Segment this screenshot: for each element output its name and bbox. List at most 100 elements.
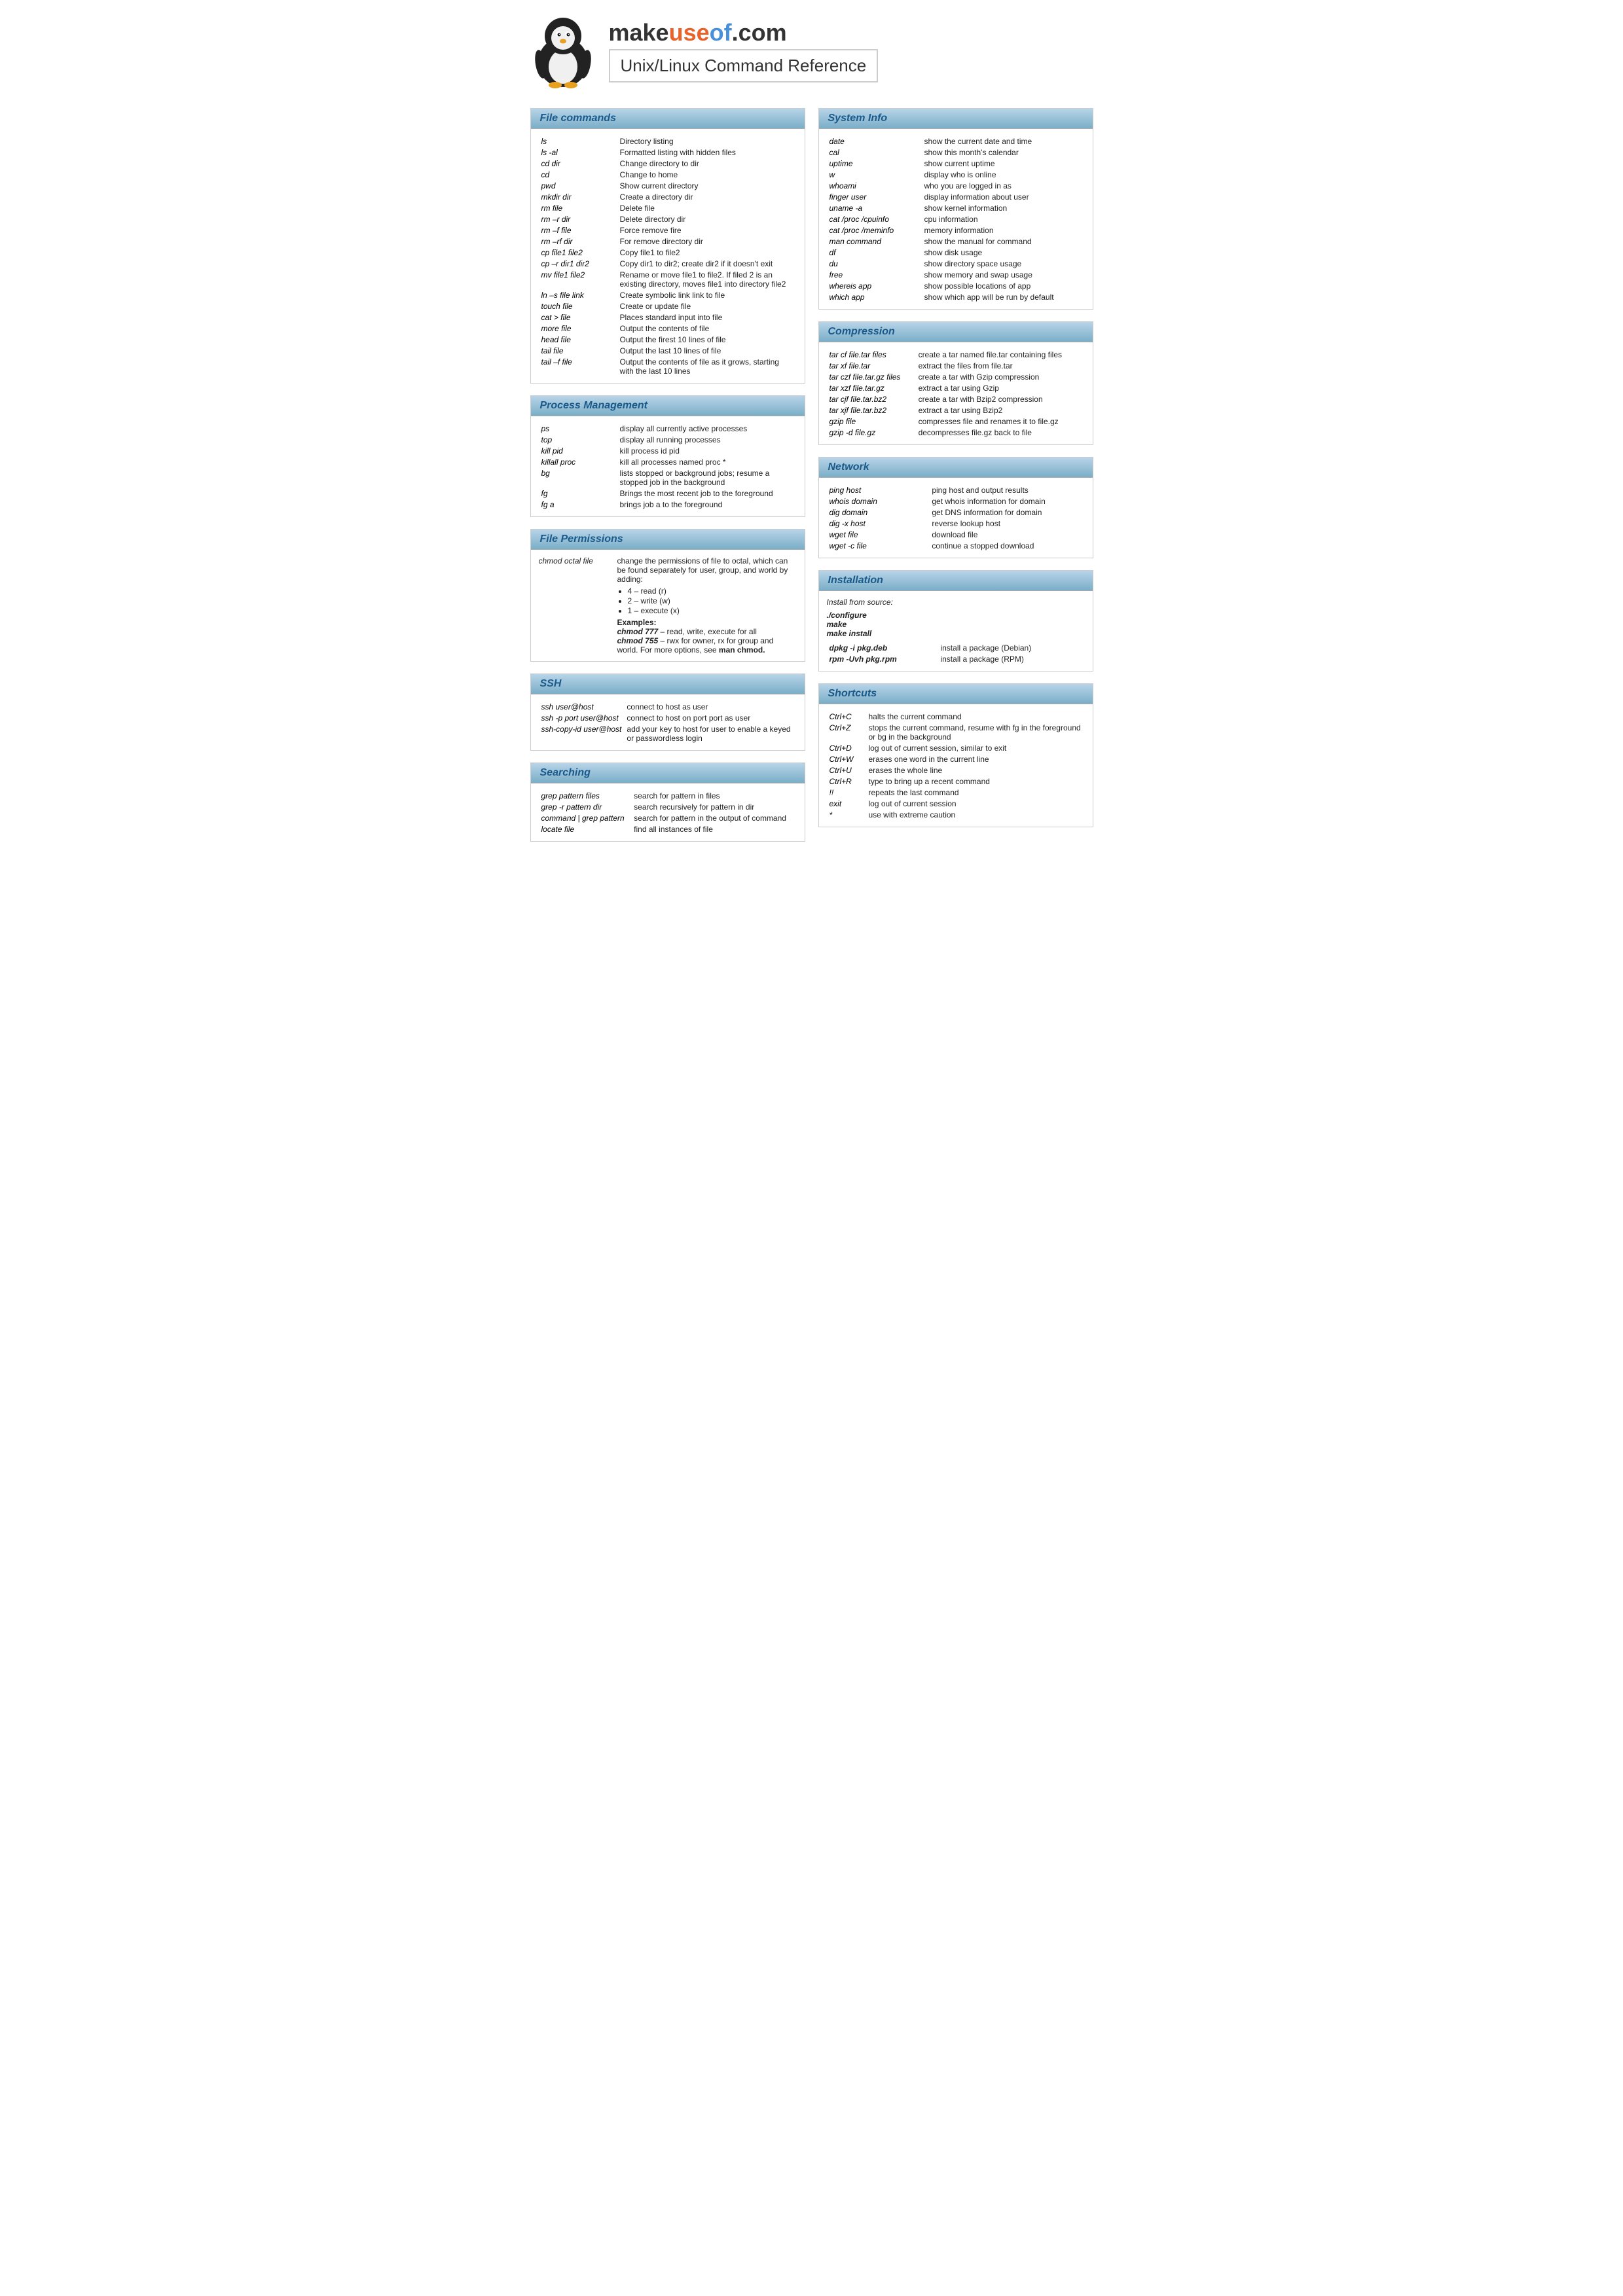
desc-tail: Output the last 10 lines of file — [617, 345, 797, 356]
table-row: dateshow the current date and time — [827, 135, 1085, 147]
table-row: freeshow memory and swap usage — [827, 269, 1085, 280]
shortcuts-title: Shortcuts — [819, 684, 1093, 704]
table-row: dfshow disk usage — [827, 247, 1085, 258]
table-row: rm fileDelete file — [539, 202, 797, 213]
table-row: cp –r dir1 dir2Copy dir1 to dir2; create… — [539, 258, 797, 269]
compression-section: Compression tar cf file.tar filescreate … — [818, 321, 1093, 445]
system-info-section: System Info dateshow the current date an… — [818, 108, 1093, 310]
table-row: calshow this month's calendar — [827, 147, 1085, 158]
table-row: uname -ashow kernel information — [827, 202, 1085, 213]
table-row: dushow directory space usage — [827, 258, 1085, 269]
examples-label: Examples: — [617, 618, 797, 627]
table-row: whoamiwho you are logged in as — [827, 180, 1085, 191]
table-row: wget -c filecontinue a stopped download — [827, 540, 1085, 551]
table-row: locate filefind all instances of file — [539, 823, 797, 834]
table-row: ssh-copy-id user@hostadd your key to hos… — [539, 723, 797, 744]
chmod-values-list: 4 – read (r) 2 – write (w) 1 – execute (… — [628, 586, 797, 615]
table-row: ssh user@hostconnect to host as user — [539, 701, 797, 712]
ssh-body: ssh user@hostconnect to host as user ssh… — [531, 694, 805, 750]
table-row: tar xf file.tarextract the files from fi… — [827, 360, 1085, 371]
table-row: lsDirectory listing — [539, 135, 797, 147]
table-row: ln –s file linkCreate symbolic link link… — [539, 289, 797, 300]
file-commands-title: File commands — [531, 109, 805, 129]
desc-pwd: Show current directory — [617, 180, 797, 191]
file-commands-section: File commands lsDirectory listing ls -al… — [530, 108, 805, 384]
table-row: ping hostping host and output results — [827, 484, 1085, 495]
table-row: Ctrl+Werases one word in the current lin… — [827, 753, 1085, 764]
table-row: cdChange to home — [539, 169, 797, 180]
searching-section: Searching grep pattern filessearch for p… — [530, 762, 805, 842]
shortcuts-table: Ctrl+Chalts the current command Ctrl+Zst… — [827, 711, 1085, 820]
ssh-title: SSH — [531, 674, 805, 694]
table-row: whereis appshow possible locations of ap… — [827, 280, 1085, 291]
list-item: 2 – write (w) — [628, 596, 797, 605]
table-row: wget filedownload file — [827, 529, 1085, 540]
ssh-section: SSH ssh user@hostconnect to host as user… — [530, 673, 805, 751]
list-item: 1 – execute (x) — [628, 606, 797, 615]
table-row: rpm -Uvh pkg.rpminstall a package (RPM) — [827, 653, 1085, 664]
cmd-more: more file — [539, 323, 617, 334]
desc-mkdir: Create a directory dir — [617, 191, 797, 202]
installation-body: Install from source: ./configure make ma… — [819, 591, 1093, 671]
cmd-ls-al: ls -al — [539, 147, 617, 158]
header: makeuseof.com Unix/Linux Command Referen… — [530, 13, 1093, 88]
file-permissions-title: File Permissions — [531, 529, 805, 550]
desc-cp-r: Copy dir1 to dir2; create dir2 if it doe… — [617, 258, 797, 269]
desc-rm-r-dir: Delete directory dir — [617, 213, 797, 224]
compression-title: Compression — [819, 322, 1093, 342]
cmd-rm-rf-dir: rm –rf dir — [539, 236, 617, 247]
cmd-rm-file: rm file — [539, 202, 617, 213]
system-info-title: System Info — [819, 109, 1093, 129]
cmd-rm-f-file: rm –f file — [539, 224, 617, 236]
file-permissions-body: chmod octal file change the permissions … — [531, 550, 805, 661]
table-row: topdisplay all running processes — [539, 434, 797, 445]
table-row: dpkg -i pkg.debinstall a package (Debian… — [827, 642, 1085, 653]
table-row: rm –r dirDelete directory dir — [539, 213, 797, 224]
table-row: mkdir dirCreate a directory dir — [539, 191, 797, 202]
table-row: more fileOutput the contents of file — [539, 323, 797, 334]
table-row: fgBrings the most recent job to the fore… — [539, 488, 797, 499]
install-configure: ./configure — [827, 611, 1085, 620]
table-row: tail fileOutput the last 10 lines of fil… — [539, 345, 797, 356]
table-row: !!repeats the last command — [827, 787, 1085, 798]
network-body: ping hostping host and output results wh… — [819, 478, 1093, 558]
desc-ls-al: Formatted listing with hidden files — [617, 147, 797, 158]
cmd-pwd: pwd — [539, 180, 617, 191]
table-row: Ctrl+Rtype to bring up a recent command — [827, 776, 1085, 787]
process-management-body: psdisplay all currently active processes… — [531, 416, 805, 516]
table-row: kill pidkill process id pid — [539, 445, 797, 456]
table-row: tar cjf file.tar.bz2create a tar with Bz… — [827, 393, 1085, 404]
table-row: tail –f fileOutput the contents of file … — [539, 356, 797, 376]
chmod-cmd: chmod octal file — [539, 556, 611, 565]
site-use: use — [669, 19, 710, 46]
desc-cd-dir: Change directory to dir — [617, 158, 797, 169]
desc-cd: Change to home — [617, 169, 797, 180]
table-row: fg abrings job a to the foreground — [539, 499, 797, 510]
process-management-title: Process Management — [531, 396, 805, 416]
list-item: 4 – read (r) — [628, 586, 797, 596]
main-content: File commands lsDirectory listing ls -al… — [530, 108, 1093, 842]
table-row: gzip -d file.gzdecompresses file.gz back… — [827, 427, 1085, 438]
desc-rm-f-file: Force remove fire — [617, 224, 797, 236]
logo-area — [530, 13, 596, 88]
table-row: tar cf file.tar filescreate a tar named … — [827, 349, 1085, 360]
table-row: pwdShow current directory — [539, 180, 797, 191]
desc-rm-file: Delete file — [617, 202, 797, 213]
file-commands-body: lsDirectory listing ls -alFormatted list… — [531, 129, 805, 383]
site-title: makeuseof.com — [609, 19, 1093, 46]
page-title: Unix/Linux Command Reference — [621, 56, 867, 75]
chmod-example2: chmod 755 – rwx for owner, rx for group … — [617, 636, 797, 655]
table-row: cd dirChange directory to dir — [539, 158, 797, 169]
compression-body: tar cf file.tar filescreate a tar named … — [819, 342, 1093, 444]
site-of: of — [710, 19, 732, 46]
table-row: tar xjf file.tar.bz2extract a tar using … — [827, 404, 1085, 416]
searching-body: grep pattern filessearch for pattern in … — [531, 783, 805, 841]
installation-section: Installation Install from source: ./conf… — [818, 570, 1093, 672]
chmod-example1: chmod 777 – read, write, execute for all — [617, 627, 797, 636]
cmd-cp-file: cp file1 file2 — [539, 247, 617, 258]
table-row: dig -x hostreverse lookup host — [827, 518, 1085, 529]
file-permissions-section: File Permissions chmod octal file change… — [530, 529, 805, 662]
table-row: bglists stopped or background jobs; resu… — [539, 467, 797, 488]
table-row: dig domainget DNS information for domain — [827, 507, 1085, 518]
file-commands-table: lsDirectory listing ls -alFormatted list… — [539, 135, 797, 376]
